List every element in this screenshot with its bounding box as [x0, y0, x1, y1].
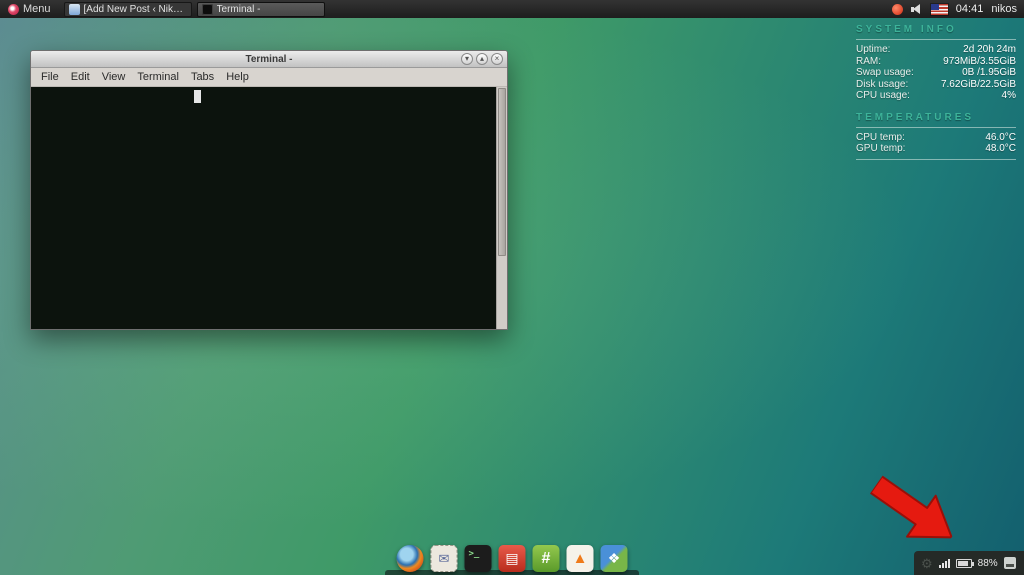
row-value: 0B /1.95GiB — [962, 68, 1016, 79]
row-label: CPU temp: — [856, 133, 905, 144]
keyboard-layout-flag-icon[interactable] — [931, 4, 948, 15]
minimize-button[interactable]: ▾ — [461, 53, 473, 65]
window-controls: ▾ ▴ × — [461, 53, 507, 65]
row-label: RAM: — [856, 57, 881, 68]
titlebar[interactable]: Terminal - ▾ ▴ × — [31, 51, 507, 68]
disk-icon[interactable] — [1004, 557, 1016, 569]
terminal-glyph: >_ — [469, 549, 480, 559]
terminal-cursor — [194, 90, 201, 103]
gpu-temp-row: GPU temp: 48.0°C — [856, 144, 1016, 155]
mail-glyph: ✉ — [439, 551, 450, 567]
vlc-icon[interactable]: ▲ — [567, 545, 594, 572]
username-label: nikos — [991, 3, 1017, 15]
scrollbar[interactable] — [496, 87, 507, 329]
divider — [856, 159, 1016, 160]
ram-row: RAM: 973MiB/3.55GiB — [856, 57, 1016, 68]
close-button[interactable]: × — [491, 53, 503, 65]
terminal-content[interactable] — [31, 87, 507, 329]
row-label: CPU usage: — [856, 91, 910, 102]
menu-file[interactable]: File — [35, 71, 65, 83]
row-value: 48.0°C — [985, 144, 1016, 155]
panel-clock[interactable]: 04:41 — [956, 3, 984, 15]
disk-row: Disk usage: 7.62GiB/22.5GiB — [856, 80, 1016, 91]
dock: ✉ >_ ▤ # ▲ ❖ — [397, 545, 628, 572]
irc-icon[interactable]: # — [533, 545, 560, 572]
divider — [856, 127, 1016, 128]
browser-window-icon — [69, 4, 80, 15]
row-value: 4% — [1002, 91, 1016, 102]
media-app-icon[interactable]: ▤ — [499, 545, 526, 572]
status-tray: ⚙ 88% — [914, 551, 1024, 575]
mail-icon[interactable]: ✉ — [431, 545, 458, 572]
system-tray-area: 04:41 nikos — [892, 3, 1024, 15]
row-value: 46.0°C — [985, 133, 1016, 144]
menu-help[interactable]: Help — [220, 71, 255, 83]
top-panel: Menu [Add New Post ‹ NikTh@L... Terminal… — [0, 0, 1024, 18]
signal-bars-icon[interactable] — [939, 558, 950, 568]
terminal-window: Terminal - ▾ ▴ × File Edit View Terminal… — [30, 50, 508, 330]
battery-percent: 88% — [978, 558, 998, 569]
row-label: Uptime: — [856, 45, 890, 56]
terminal-menubar: File Edit View Terminal Tabs Help — [31, 68, 507, 87]
photos-icon[interactable]: ❖ — [601, 545, 628, 572]
swap-row: Swap usage: 0B /1.95GiB — [856, 68, 1016, 79]
taskbar-item-browser[interactable]: [Add New Post ‹ NikTh@L... — [64, 2, 192, 17]
gear-icon[interactable]: ⚙ — [921, 557, 933, 570]
menu-edit[interactable]: Edit — [65, 71, 96, 83]
battery-icon[interactable] — [956, 559, 972, 568]
taskbar-item-label: Terminal - — [217, 4, 261, 15]
menu-view[interactable]: View — [96, 71, 132, 83]
cpu-temp-row: CPU temp: 46.0°C — [856, 133, 1016, 144]
red-arrow-annotation — [857, 458, 970, 565]
volume-icon[interactable] — [911, 4, 923, 15]
menu-tabs[interactable]: Tabs — [185, 71, 220, 83]
system-info-title: SYSTEM INFO — [856, 24, 1016, 35]
divider — [856, 39, 1016, 40]
distro-menu-icon — [8, 4, 19, 15]
menu-label: Menu — [23, 3, 51, 15]
temperatures-title: TEMPERATURES — [856, 112, 1016, 123]
taskbar-item-label: [Add New Post ‹ NikTh@L... — [84, 4, 187, 15]
row-label: Disk usage: — [856, 80, 908, 91]
firefox-icon[interactable] — [397, 545, 424, 572]
cpu-usage-row: CPU usage: 4% — [856, 91, 1016, 102]
row-value: 2d 20h 24m — [963, 45, 1016, 56]
media-glyph: ▤ — [505, 550, 518, 567]
terminal-window-icon — [202, 4, 213, 15]
hash-glyph: # — [542, 550, 551, 568]
terminal-icon[interactable]: >_ — [465, 545, 492, 572]
scrollbar-thumb[interactable] — [498, 88, 506, 256]
row-label: Swap usage: — [856, 68, 914, 79]
vlc-cone-glyph: ▲ — [573, 550, 588, 567]
menu-terminal[interactable]: Terminal — [131, 71, 185, 83]
maximize-button[interactable]: ▴ — [476, 53, 488, 65]
row-value: 973MiB/3.55GiB — [943, 57, 1016, 68]
row-label: GPU temp: — [856, 144, 905, 155]
uptime-row: Uptime: 2d 20h 24m — [856, 45, 1016, 56]
system-info-widget: SYSTEM INFO Uptime: 2d 20h 24m RAM: 973M… — [856, 24, 1016, 165]
photos-glyph: ❖ — [608, 550, 621, 567]
menu-button[interactable]: Menu — [0, 0, 59, 18]
update-notifier-icon[interactable] — [892, 4, 903, 15]
row-value: 7.62GiB/22.5GiB — [941, 80, 1016, 91]
window-title: Terminal - — [31, 54, 507, 65]
taskbar-item-terminal[interactable]: Terminal - — [197, 2, 325, 17]
